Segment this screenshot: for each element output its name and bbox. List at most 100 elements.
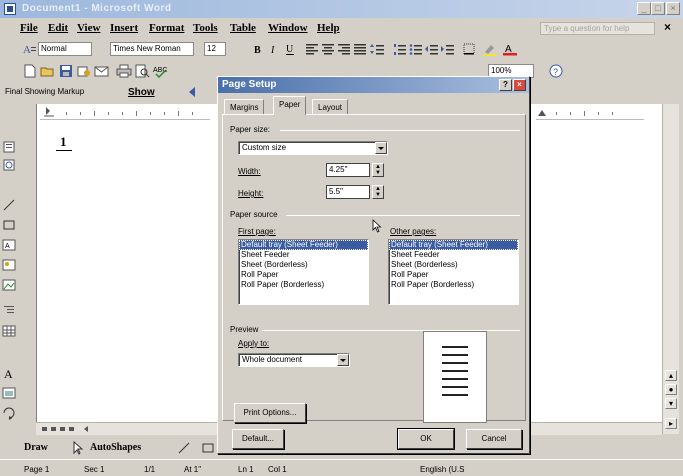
list-item[interactable]: Default tray (Sheet Feeder) [389,240,518,250]
menu-edit[interactable]: Edit [48,22,68,34]
help-question-box[interactable]: Type a question for help [540,22,655,35]
align-left-icon[interactable] [304,42,320,56]
default-button[interactable]: Default... [232,429,284,449]
previous-change-icon[interactable] [186,85,202,99]
tab-layout[interactable]: Layout [312,99,349,115]
show-menu-button[interactable]: Show [128,87,155,98]
dialog-close-button[interactable]: × [513,79,526,91]
draw-menu-button[interactable]: Draw [24,442,48,453]
other-pages-list[interactable]: Default tray (Sheet Feeder) Sheet Feeder… [388,239,519,305]
svg-text:I: I [270,45,275,56]
cancel-button[interactable]: Cancel [466,429,522,449]
clipart-icon[interactable] [1,258,17,272]
highlight-icon[interactable] [482,42,498,56]
rectangle-tool-icon[interactable] [200,441,216,455]
list-item[interactable]: Sheet (Borderless) [389,260,518,270]
list-item[interactable]: Sheet Feeder [239,250,368,260]
menu-format[interactable]: Format [149,22,184,34]
style-combo[interactable]: Normal [38,42,92,56]
increase-indent-icon[interactable] [440,42,456,56]
apply-to-select[interactable]: Whole document [238,353,350,367]
menu-file[interactable]: File [20,22,38,34]
list-item[interactable]: Roll Paper [239,270,368,280]
dialog-help-button[interactable]: ? [499,79,512,91]
list-item[interactable]: Roll Paper (Borderless) [239,280,368,290]
first-page-list[interactable]: Default tray (Sheet Feeder) Sheet Feeder… [238,239,369,305]
next-page-icon[interactable]: ▾ [665,398,677,409]
open-icon[interactable] [40,64,56,78]
ok-button[interactable]: OK [397,428,455,450]
font-combo[interactable]: Times New Roman [110,42,194,56]
close-window-button[interactable]: × [666,2,680,15]
menu-insert[interactable]: Insert [110,22,138,34]
spelling-icon[interactable]: ABC [152,64,168,78]
image-icon[interactable] [1,386,17,400]
web-layout-icon[interactable] [1,158,17,172]
email-icon[interactable] [94,64,110,78]
select-browse-object-icon[interactable]: ● [665,384,677,395]
select-objects-icon[interactable] [70,441,86,455]
italic-icon[interactable]: I [266,42,282,56]
normal-view-icon[interactable] [1,140,17,154]
chevron-down-icon[interactable] [375,142,387,154]
width-input[interactable]: 4.25" [326,163,370,177]
font-color-icon[interactable]: A [502,42,518,56]
draw-rectangle-icon[interactable] [1,218,17,232]
new-document-icon[interactable] [22,64,38,78]
previous-page-icon[interactable]: ▴ [665,370,677,381]
decrease-indent-icon[interactable] [424,42,440,56]
list-item[interactable]: Roll Paper [389,270,518,280]
autoshapes-menu-button[interactable]: AutoShapes [90,442,141,453]
textbox-icon[interactable]: A [1,238,17,252]
rotate-icon[interactable] [1,406,17,420]
horizontal-ruler[interactable] [40,106,210,120]
scroll-down-arrow-icon[interactable]: ▸ [665,418,677,429]
print-icon[interactable] [116,64,132,78]
bullets-icon[interactable] [408,42,424,56]
minimize-button[interactable]: _ [637,2,651,15]
menu-tools[interactable]: Tools [193,22,218,34]
tab-paper[interactable]: Paper [273,96,307,115]
table-icon[interactable] [1,324,17,338]
display-for-review-combo[interactable]: Final Showing Markup [2,85,112,99]
word-app-icon[interactable] [4,3,16,15]
list-item[interactable]: Sheet Feeder [389,250,518,260]
maximize-button[interactable]: □ [651,2,665,15]
print-options-button[interactable]: Print Options... [234,403,306,423]
menu-window[interactable]: Window [268,22,308,34]
list-item[interactable]: Roll Paper (Borderless) [389,280,518,290]
menu-help[interactable]: Help [317,22,340,34]
styles-icon[interactable]: A [22,42,38,56]
list-item[interactable]: Default tray (Sheet Feeder) [239,240,368,250]
height-spinner[interactable]: ▲ ▼ [372,185,384,199]
bold-icon[interactable]: B [250,42,266,56]
list-item[interactable]: Sheet (Borderless) [239,260,368,270]
vertical-scrollbar[interactable]: ▴ ● ▾ ▸ [662,104,679,434]
align-right-icon[interactable] [336,42,352,56]
height-input[interactable]: 5.5" [326,185,370,199]
align-center-icon[interactable] [320,42,336,56]
help-icon[interactable]: ? [548,64,564,78]
width-spinner[interactable]: ▲ ▼ [372,163,384,177]
line-spacing-icon[interactable] [370,42,386,56]
font-letter-icon[interactable]: A [1,366,17,380]
chevron-down-icon[interactable] [337,354,349,366]
menu-view[interactable]: View [77,22,100,34]
picture-icon[interactable] [1,278,17,292]
permission-icon[interactable] [76,64,92,78]
document-close-icon[interactable]: × [664,20,671,34]
menu-table[interactable]: Table [230,22,256,34]
paper-size-select[interactable]: Custom size [238,141,388,155]
tab-margins[interactable]: Margins [224,99,265,115]
border-icon[interactable] [462,42,478,56]
indent-icon[interactable] [1,304,17,318]
underline-icon[interactable]: U [282,42,298,56]
save-icon[interactable] [58,64,74,78]
dialog-title-bar[interactable]: Page Setup ? × [218,77,529,93]
numbering-icon[interactable] [392,42,408,56]
justify-icon[interactable] [352,42,368,56]
font-size-combo[interactable]: 12 [204,42,226,56]
draw-line-icon[interactable] [1,198,17,212]
line-tool-icon[interactable] [176,441,192,455]
print-preview-icon[interactable] [134,64,150,78]
